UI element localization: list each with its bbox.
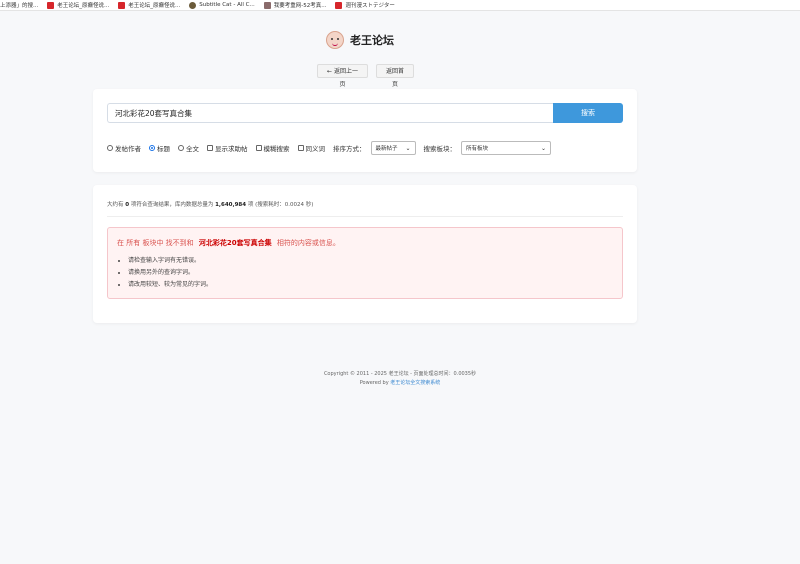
bookmark-item[interactable]: Subtitle Cat - All C... [189,0,255,10]
radio-button[interactable] [107,145,113,151]
list-item: 请改用较短、较为常见的字词。 [128,279,212,291]
tips-list: 请检查输入字词有无错误。 请换用另外的查询字词。 请改用较短、较为常见的字词。 [128,255,212,291]
bookmark-favicon-icon [47,1,55,9]
bookmark-favicon-icon [118,1,126,9]
result-stats: 大约有 0 项符合查询结果，库内数据总量为 1,640,984 项 (搜索耗时：… [107,202,314,208]
radio-button-selected[interactable] [149,145,155,151]
checkbox[interactable] [255,145,262,151]
site-name: 老王论坛 [350,34,394,47]
search-panel: 搜索 发帖作者 标题 全文 显示求助帖 模糊搜索 同义词 排序方式： 最新帖子⌄… [93,89,637,172]
pig-face-logo-icon [326,31,344,49]
list-item: 请检查输入字词有无错误。 [128,255,212,267]
results-panel: 大约有 0 项符合查询结果，库内数据总量为 1,640,984 项 (搜索耗时：… [93,185,637,323]
back-button[interactable]: ← 返回上一页 [317,64,368,88]
chevron-down-icon: ⌄ [405,144,411,152]
board-label: 搜索板块： [423,145,457,153]
no-result-notice: 在 所有 板块中 找不到和 河北彩花20套写真合集 相符的内容或信息。 请检查输… [107,227,623,299]
chevron-down-icon: ⌄ [540,144,546,152]
total-count: 1,640,984 [215,202,247,208]
checkbox[interactable] [207,145,213,151]
fuzzy-search-checkbox[interactable]: 模糊搜索 [255,143,290,153]
bookmarks-bar: 上添器」的搜... 老王论坛_原癫怪说... 老王论坛_原癫怪说... Subt… [0,0,800,11]
checkbox[interactable] [297,145,304,151]
nav-buttons: ← 返回上一页 返回首页 [317,64,414,88]
show-help-checkbox[interactable]: 显示求助帖 [207,143,248,153]
home-button[interactable]: 返回首页 [376,64,414,88]
synonym-checkbox[interactable]: 同义词 [297,143,325,153]
search-input[interactable] [107,103,554,123]
bookmark-item[interactable]: 我要考重网-52考真... [263,0,326,10]
radio-button[interactable] [178,145,184,151]
bookmark-favicon-icon [189,1,197,9]
powered-by-link[interactable]: 老王论坛全文搜索系统 [390,380,440,386]
bookmark-favicon-icon [335,1,343,9]
sort-label: 排序方式： [333,145,366,153]
scope-fulltext-option[interactable]: 全文 [178,143,199,153]
list-item: 请换用另外的查询字词。 [128,267,212,279]
bookmark-item[interactable]: 老王论坛_原癫怪说... [47,0,109,10]
footer: Copyright © 2011 - 2025 老王论坛 - 页面处理总时间：0… [0,370,800,388]
scope-title-option[interactable]: 标题 [149,143,170,153]
notice-query: 河北彩花20套写真合集 [198,239,272,247]
bookmark-item[interactable]: 老王论坛_原癫怪说... [118,0,180,10]
divider [107,216,623,217]
notice-title: 在 所有 板块中 找不到和 河北彩花20套写真合集 相符的内容或信息。 [117,239,340,247]
sort-select[interactable]: 最新帖子 ⌄ [370,141,416,155]
search-options: 发帖作者 标题 全文 显示求助帖 模糊搜索 同义词 排序方式： 最新帖子 ⌄ 搜索… [107,141,627,155]
result-count: 0 [125,202,130,208]
bookmark-item[interactable]: 上添器」的搜... [0,0,38,10]
bookmark-favicon-icon [263,1,271,9]
bookmark-item[interactable]: 週刊漫ストテジター [335,0,395,10]
search-button[interactable]: 搜索 [553,103,623,123]
scope-author-option[interactable]: 发帖作者 [107,143,141,153]
board-select[interactable]: 所有板块 ⌄ [461,141,551,155]
site-brand[interactable]: 老王论坛 [326,31,394,49]
powered-by: Powered by 老王论坛全文搜索系统 [359,380,441,386]
copyright-text: Copyright © 2011 - 2025 老王论坛 - 页面处理总时间：0… [323,371,477,377]
